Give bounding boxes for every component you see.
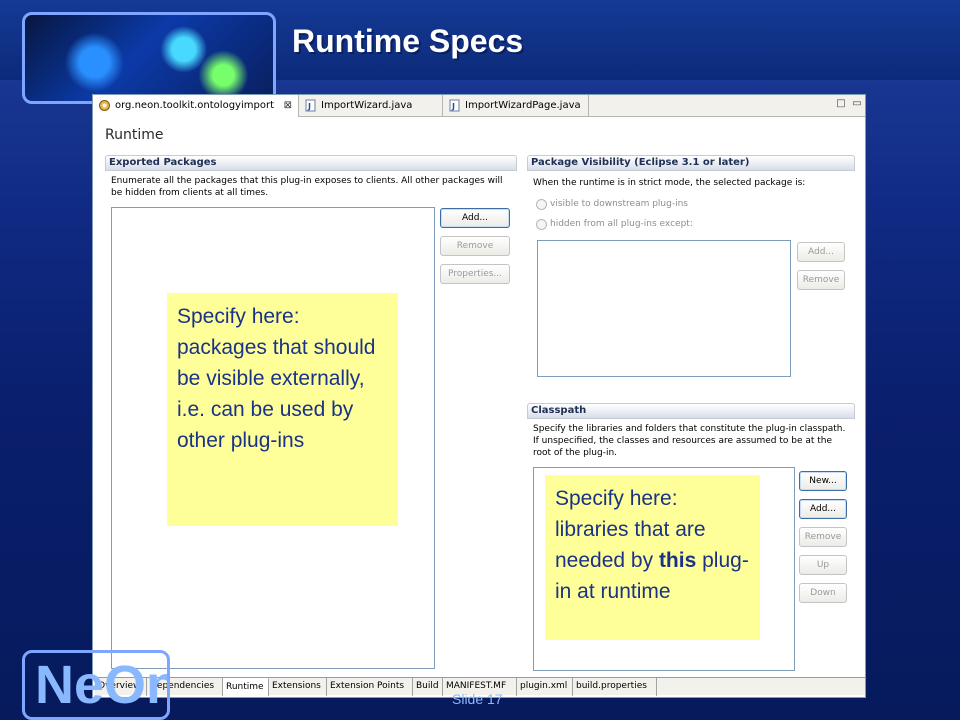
callout-emphasis: this	[658, 549, 697, 572]
svg-text:J: J	[307, 102, 311, 111]
maximize-icon[interactable]: ▭	[851, 98, 863, 110]
remove-library-button[interactable]: Remove	[799, 527, 847, 547]
callout-exported-packages: Specify here: packages that should be vi…	[167, 293, 398, 526]
close-icon[interactable]: ⊠	[284, 95, 292, 117]
editor-tab-importwizardpage[interactable]: J ImportWizardPage.java	[443, 95, 589, 117]
properties-button[interactable]: Properties...	[440, 264, 510, 284]
callout-classpath: Specify here: libraries that are needed …	[545, 475, 760, 640]
move-up-button[interactable]: Up	[799, 555, 847, 575]
java-file-icon: J	[304, 99, 317, 112]
neon-logo: NeOn	[22, 650, 170, 720]
java-file-icon: J	[448, 99, 461, 112]
hidden-except-radio[interactable]: hidden from all plug-ins except:	[535, 218, 693, 230]
tab-runtime[interactable]: Runtime	[223, 678, 269, 696]
add-package-button[interactable]: Add...	[440, 208, 510, 228]
section-header: Package Visibility (Eclipse 3.1 or later…	[527, 155, 855, 171]
header-decorative-image	[22, 12, 276, 104]
add-plugin-button[interactable]: Add...	[797, 242, 845, 262]
package-visibility-section: Package Visibility (Eclipse 3.1 or later…	[527, 155, 855, 381]
remove-package-button[interactable]: Remove	[440, 236, 510, 256]
editor-tab-manifest[interactable]: org.neon.toolkit.ontologyimport ⊠	[93, 95, 299, 117]
page-title: Runtime	[105, 127, 164, 143]
tab-build[interactable]: Build	[413, 678, 443, 696]
section-header: Classpath	[527, 403, 855, 419]
section-description: Specify the libraries and folders that c…	[533, 424, 846, 458]
add-library-button[interactable]: Add...	[799, 499, 847, 519]
visibility-plugins-list[interactable]	[537, 240, 791, 377]
svg-text:J: J	[451, 102, 455, 111]
editor-tab-label: ImportWizardPage.java	[465, 100, 581, 111]
editor-tab-importwizard[interactable]: J ImportWizard.java	[299, 95, 443, 117]
slide-title: Runtime Specs	[292, 23, 524, 59]
minimize-icon[interactable]: □	[835, 98, 847, 110]
tab-extensions[interactable]: Extensions	[269, 678, 327, 696]
tab-extension-points[interactable]: Extension Points	[327, 678, 413, 696]
section-header: Exported Packages	[105, 155, 517, 171]
move-down-button[interactable]: Down	[799, 583, 847, 603]
editor-tab-bar: org.neon.toolkit.ontologyimport ⊠ J Impo…	[93, 95, 865, 117]
section-description: Enumerate all the packages that this plu…	[111, 176, 503, 198]
plugin-icon	[98, 99, 111, 112]
editor-tab-label: ImportWizard.java	[321, 100, 413, 111]
visible-downstream-radio[interactable]: visible to downstream plug-ins	[535, 198, 688, 210]
section-description: When the runtime is in strict mode, the …	[533, 178, 806, 188]
new-library-button[interactable]: New...	[799, 471, 847, 491]
editor-tab-label: org.neon.toolkit.ontologyimport	[115, 100, 274, 111]
tab-build-properties[interactable]: build.properties	[573, 678, 657, 696]
slide-number: Slide 17	[452, 691, 503, 707]
remove-plugin-button[interactable]: Remove	[797, 270, 845, 290]
tab-plugin-xml[interactable]: plugin.xml	[517, 678, 573, 696]
